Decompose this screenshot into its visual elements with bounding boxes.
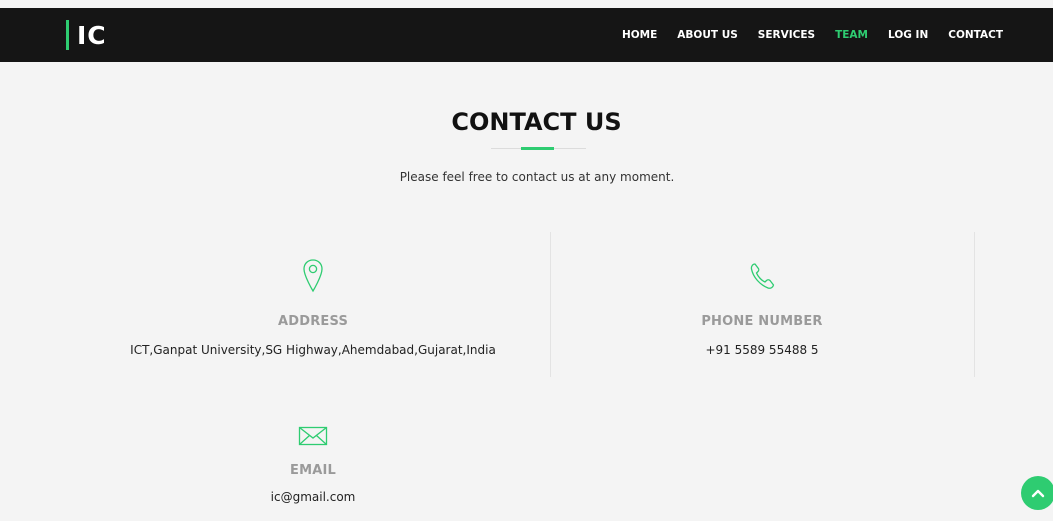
column-divider (550, 232, 551, 377)
nav-services[interactable]: SERVICES (758, 29, 815, 41)
page-title: CONTACT US (451, 108, 622, 136)
chevron-up-icon (1031, 488, 1045, 498)
email-label: EMAIL (290, 463, 336, 478)
address-label: ADDRESS (277, 314, 349, 329)
column-divider (974, 232, 975, 377)
phone-label: PHONE NUMBER (701, 314, 823, 329)
phone-card: PHONE NUMBER +91 5589 55488 5 (640, 258, 884, 357)
title-underline-accent (521, 147, 554, 150)
email-value[interactable]: ic@gmail.com (213, 490, 413, 504)
phone-icon (747, 258, 777, 294)
nav-home[interactable]: HOME (622, 29, 657, 41)
nav-log-in[interactable]: LOG IN (888, 29, 928, 41)
nav-about-us[interactable]: ABOUT US (677, 29, 738, 41)
mail-icon (298, 425, 328, 447)
address-value: ICT,Ganpat University,SG Highway,Ahemdab… (130, 343, 496, 357)
logo-text: IC (77, 20, 107, 50)
nav-team[interactable]: TEAM (835, 29, 868, 41)
logo[interactable]: IC (66, 20, 107, 50)
top-strip (0, 0, 1053, 8)
email-card: EMAIL ic@gmail.com (213, 425, 413, 504)
navbar: IC HOME ABOUT US SERVICES TEAM LOG IN CO… (0, 8, 1053, 62)
phone-value: +91 5589 55488 5 (705, 343, 819, 357)
main-nav: HOME ABOUT US SERVICES TEAM LOG IN CONTA… (622, 8, 1003, 62)
nav-contact[interactable]: CONTACT (948, 29, 1003, 41)
page-subtitle: Please feel free to contact us at any mo… (399, 170, 675, 184)
map-pin-icon (301, 258, 325, 294)
address-card: ADDRESS ICT,Ganpat University,SG Highway… (120, 258, 506, 357)
logo-accent-bar (66, 20, 69, 50)
back-to-top-button[interactable] (1021, 476, 1053, 510)
